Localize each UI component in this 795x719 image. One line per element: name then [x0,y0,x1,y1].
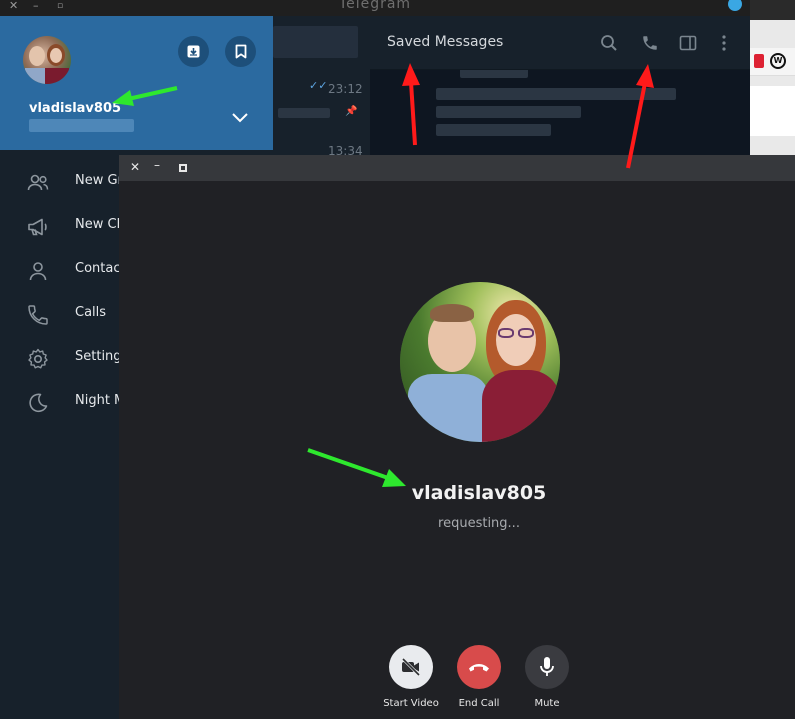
green-arrow-caller-name [307,448,406,487]
red-arrow-saved-messages [402,63,420,146]
annotation-arrows [112,63,654,487]
green-arrow-username [112,86,178,106]
red-arrow-phone-icon [626,64,654,169]
